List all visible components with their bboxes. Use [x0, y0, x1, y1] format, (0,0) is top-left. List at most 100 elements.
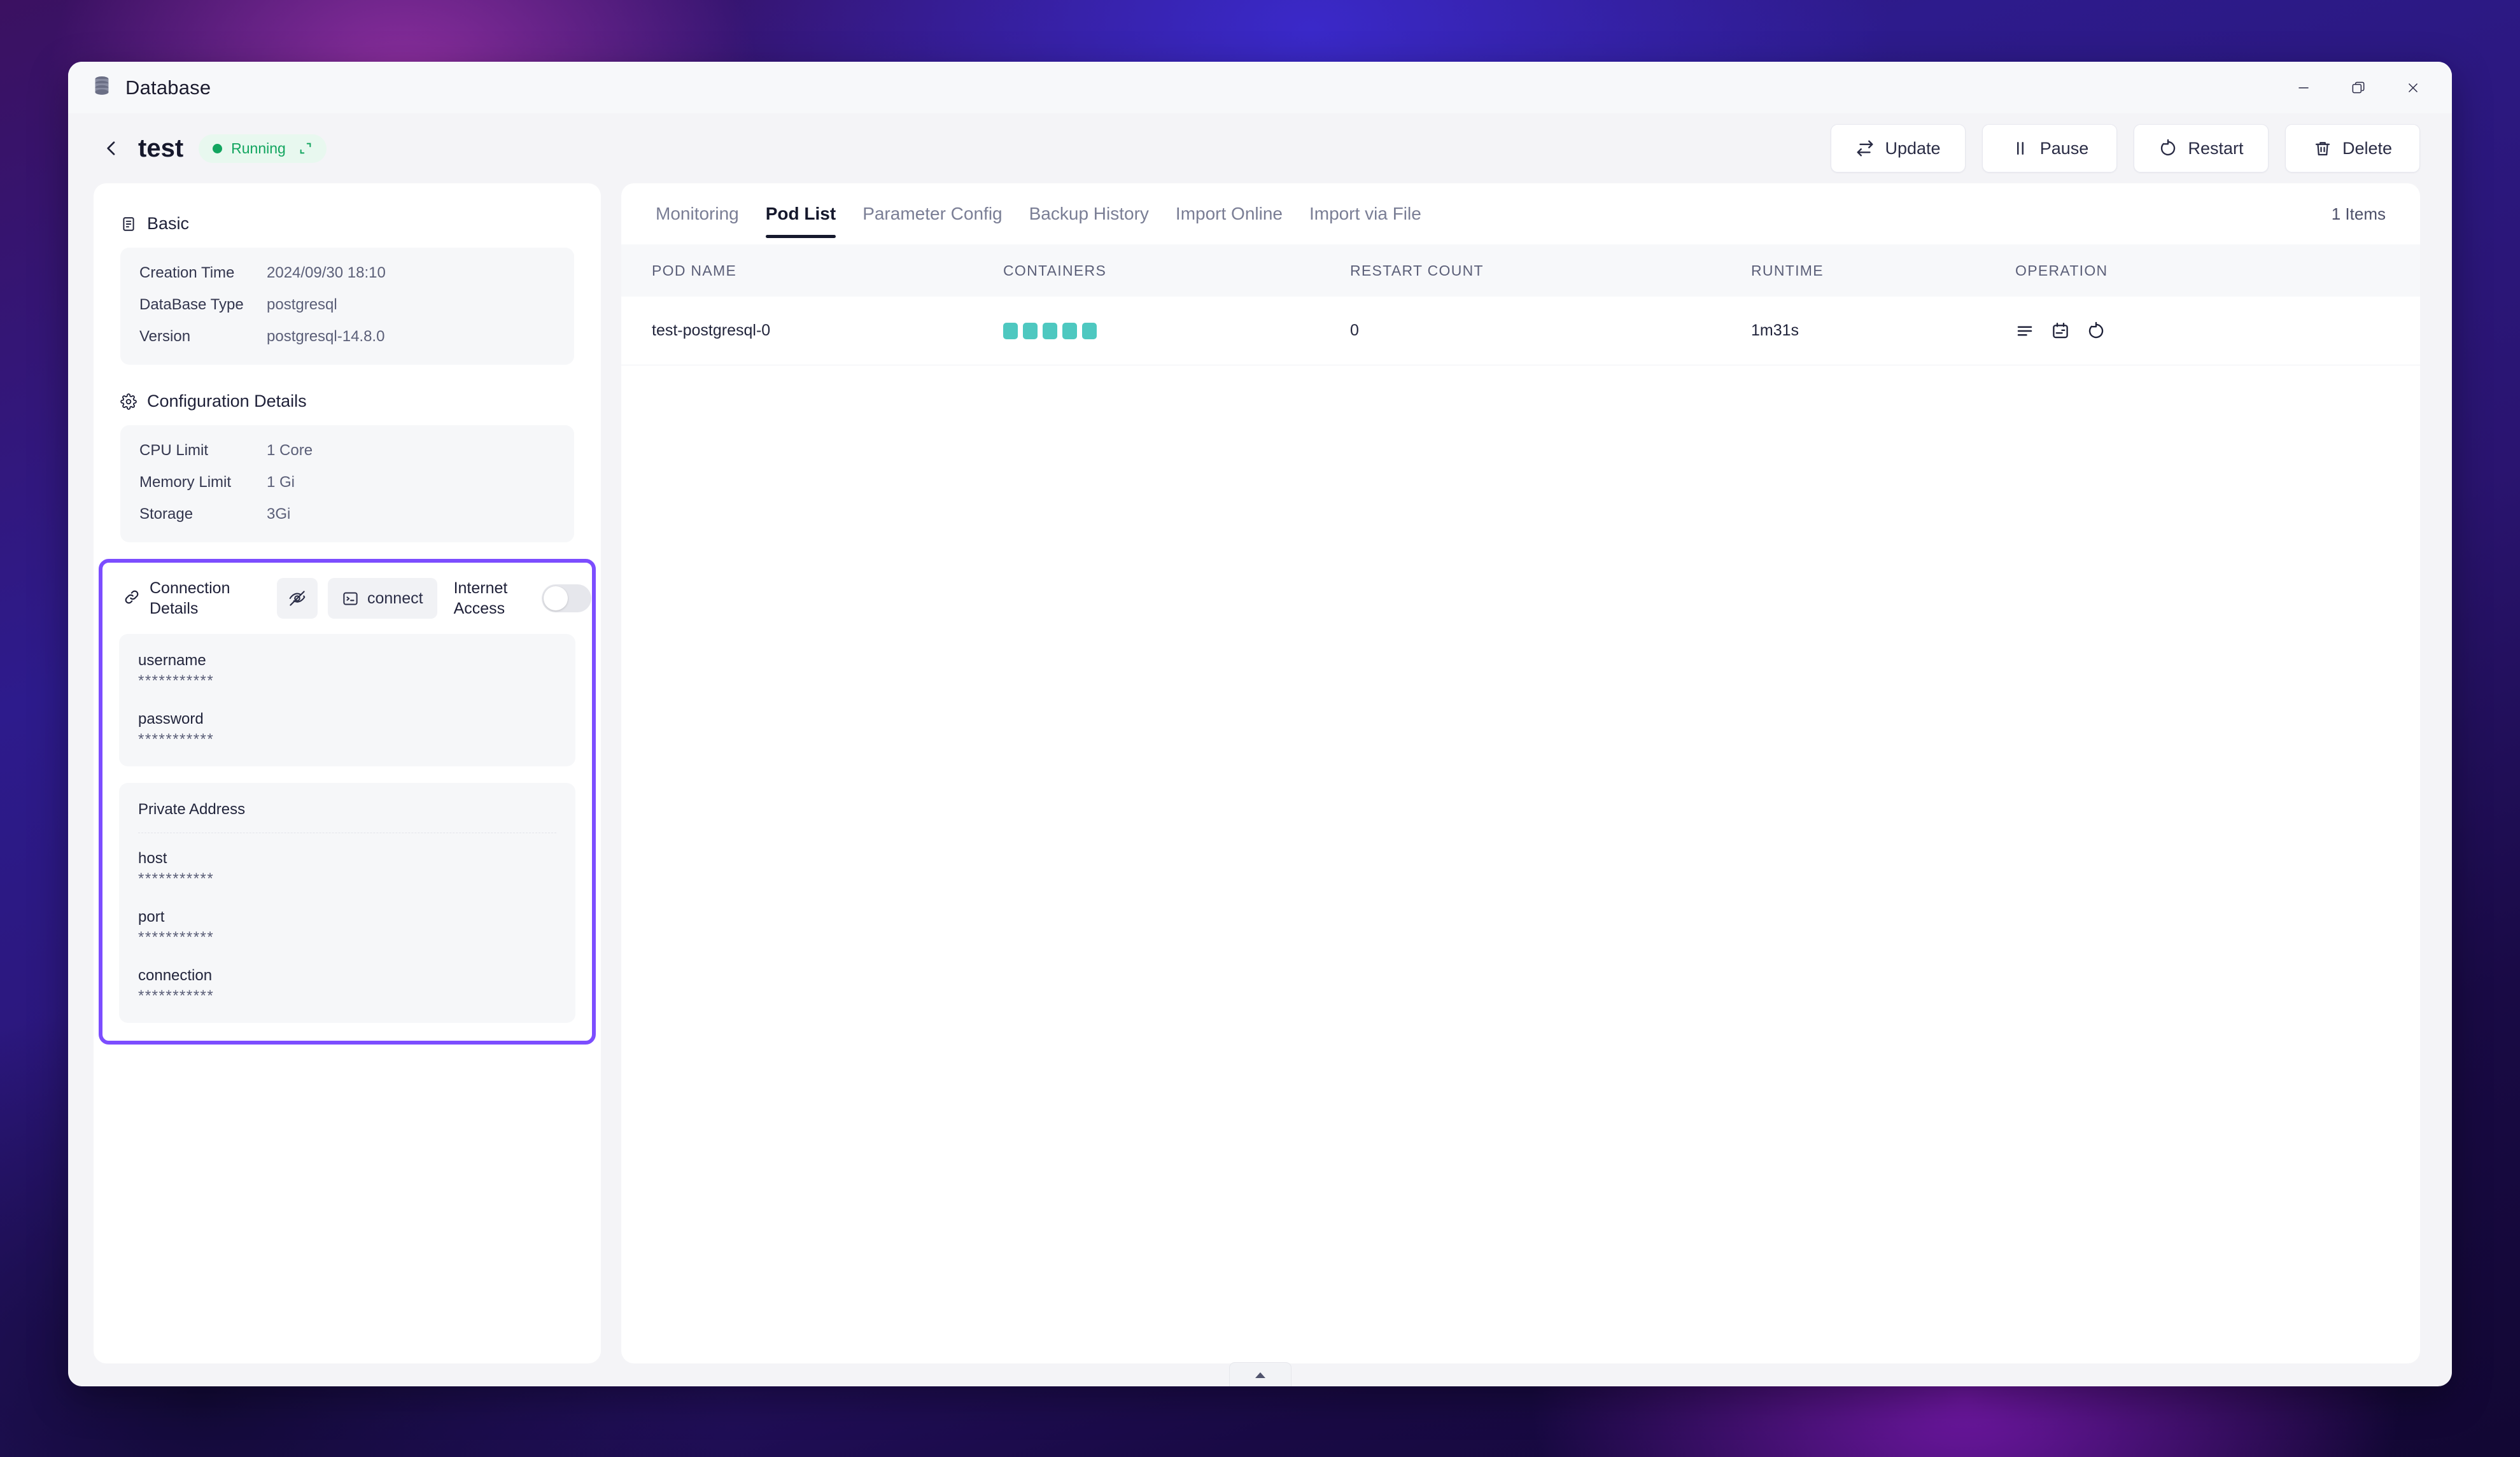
table-row: Storage 3Gi — [139, 505, 555, 523]
expand-icon[interactable] — [299, 141, 313, 155]
delete-button[interactable]: Delete — [2285, 124, 2420, 172]
credential-name: password — [138, 710, 556, 728]
table-row: Memory Limit 1 Gi — [139, 474, 555, 491]
credential-value[interactable]: *********** — [138, 732, 556, 747]
tabs-bar: Monitoring Pod List Parameter Config Bac… — [621, 183, 2420, 244]
update-button[interactable]: Update — [1831, 124, 1966, 172]
configuration-card: CPU Limit 1 Core Memory Limit 1 Gi Stora… — [120, 425, 574, 542]
config-key: Memory Limit — [139, 474, 267, 491]
status-badge: Running — [199, 134, 327, 163]
header-actions: Update Pause Restart — [1831, 124, 2420, 172]
status-dot-icon — [213, 144, 222, 153]
address-value[interactable]: *********** — [138, 871, 556, 887]
basic-key: Version — [139, 328, 267, 346]
window-controls — [2280, 69, 2437, 106]
basic-card: Creation Time 2024/09/30 18:10 DataBase … — [120, 248, 574, 365]
toggle-knob — [544, 586, 568, 610]
basic-value: postgresql — [267, 296, 337, 314]
update-button-label: Update — [1885, 139, 1940, 158]
pause-button[interactable]: Pause — [1982, 124, 2117, 172]
tab-monitoring[interactable]: Monitoring — [656, 183, 739, 244]
restart-button-label: Restart — [2188, 139, 2243, 158]
table-row: Version postgresql-14.8.0 — [139, 328, 555, 346]
private-address-card: Private Address host *********** port **… — [119, 783, 575, 1023]
internet-access-toggle[interactable] — [542, 584, 591, 612]
table-row[interactable]: test-postgresql-0 0 1m31s — [621, 297, 2420, 365]
connect-button[interactable]: connect — [328, 578, 437, 619]
cell-runtime: 1m31s — [1751, 321, 2015, 340]
title-bar-left: Database — [92, 76, 211, 99]
cell-pod-name: test-postgresql-0 — [621, 321, 1003, 340]
cell-operation — [2015, 321, 2420, 341]
back-button[interactable] — [94, 130, 129, 166]
logs-icon[interactable] — [2015, 321, 2034, 341]
collapse-panel-handle[interactable] — [1229, 1362, 1292, 1386]
document-icon — [120, 216, 137, 232]
tab-pod-list[interactable]: Pod List — [766, 183, 836, 244]
tab-backup-history[interactable]: Backup History — [1029, 183, 1149, 244]
close-button[interactable] — [2390, 69, 2437, 106]
pod-table: POD NAME CONTAINERS RESTART COUNT RUNTIM… — [621, 244, 2420, 365]
credential-value[interactable]: *********** — [138, 673, 556, 689]
page-title: test — [138, 134, 183, 163]
basic-key: DataBase Type — [139, 296, 267, 314]
trash-icon — [2313, 139, 2332, 158]
address-name: host — [138, 850, 556, 868]
tab-import-online[interactable]: Import Online — [1176, 183, 1283, 244]
restart-button[interactable]: Restart — [2134, 124, 2269, 172]
config-value: 1 Gi — [267, 474, 295, 491]
config-value: 1 Core — [267, 442, 313, 460]
table-row: Creation Time 2024/09/30 18:10 — [139, 264, 555, 282]
list-item: connection *********** — [138, 967, 556, 1004]
basic-title-label: Basic — [147, 214, 189, 234]
column-header-pod-name: POD NAME — [621, 262, 1003, 279]
list-item: host *********** — [138, 850, 556, 887]
row-operations — [2015, 321, 2420, 341]
connect-button-label: connect — [367, 589, 423, 608]
table-row: CPU Limit 1 Core — [139, 442, 555, 460]
tab-parameter-config[interactable]: Parameter Config — [862, 183, 1002, 244]
basic-section-title: Basic — [94, 214, 601, 234]
app-title: Database — [125, 76, 211, 99]
internet-access-label: Internet Access — [454, 578, 528, 619]
tabs: Monitoring Pod List Parameter Config Bac… — [656, 183, 1421, 244]
credentials-card: username *********** password **********… — [119, 634, 575, 766]
link-icon — [123, 588, 141, 609]
column-header-runtime: RUNTIME — [1751, 262, 2015, 279]
cell-containers — [1003, 323, 1350, 339]
minimize-button[interactable] — [2280, 69, 2327, 106]
content-area: Basic Creation Time 2024/09/30 18:10 Dat… — [68, 183, 2452, 1363]
container-status-dot — [1082, 323, 1097, 339]
database-icon — [92, 76, 111, 99]
toggle-visibility-button[interactable] — [277, 578, 318, 619]
configuration-title-label: Configuration Details — [147, 391, 307, 411]
connection-details-panel: Connection Details — [99, 559, 596, 1045]
container-status-dot — [1023, 323, 1038, 339]
tab-import-via-file[interactable]: Import via File — [1309, 183, 1421, 244]
restart-icon — [2158, 139, 2178, 158]
address-value[interactable]: *********** — [138, 989, 556, 1004]
terminal-icon — [342, 590, 359, 607]
list-item: username *********** — [138, 652, 556, 689]
gear-icon — [120, 393, 137, 410]
table-header: POD NAME CONTAINERS RESTART COUNT RUNTIM… — [621, 244, 2420, 297]
table-row: DataBase Type postgresql — [139, 296, 555, 314]
container-status-dot — [1003, 323, 1018, 339]
basic-value: postgresql-14.8.0 — [267, 328, 384, 346]
details-sidebar: Basic Creation Time 2024/09/30 18:10 Dat… — [94, 183, 601, 1363]
terminal-icon[interactable] — [2051, 321, 2070, 341]
delete-button-label: Delete — [2342, 139, 2392, 158]
page-header: test Running Update — [68, 113, 2452, 183]
list-item: port *********** — [138, 908, 556, 945]
collapse-chevron-up-icon — [1253, 1370, 1268, 1379]
container-status-indicators — [1003, 323, 1350, 339]
update-arrows-icon — [1855, 139, 1875, 158]
config-value: 3Gi — [267, 505, 290, 523]
address-value[interactable]: *********** — [138, 930, 556, 945]
restart-icon[interactable] — [2087, 321, 2106, 341]
items-count: 1 Items — [2332, 204, 2386, 224]
title-bar: Database — [68, 62, 2452, 113]
maximize-button[interactable] — [2335, 69, 2382, 106]
address-name: connection — [138, 967, 556, 985]
config-key: Storage — [139, 505, 267, 523]
